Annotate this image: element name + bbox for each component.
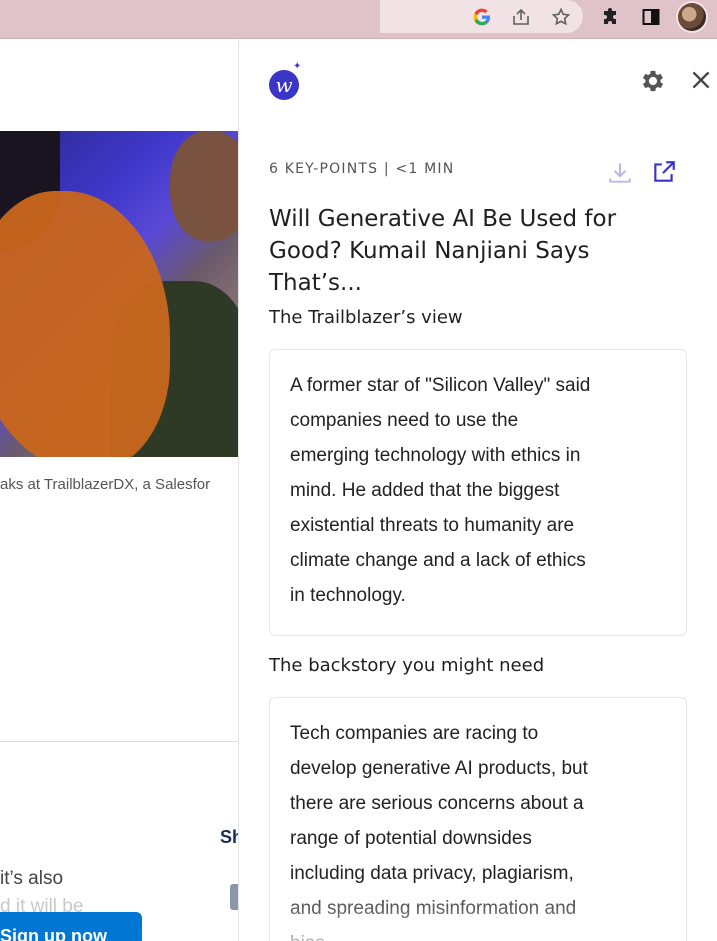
- summary-card: A former star of "Silicon Valley" said c…: [269, 349, 687, 636]
- card-line: mind. He added that the biggest: [290, 480, 560, 501]
- card-line: in technology.: [290, 585, 406, 606]
- card-line: existential threats to humanity are: [290, 515, 575, 536]
- image-caption: aks at TrailblazerDX, a Salesfor: [0, 476, 211, 493]
- extensions-puzzle-icon[interactable]: [599, 5, 623, 29]
- card-line: emerging technology with ethics in: [290, 445, 581, 466]
- section-heading: The Trailblazer’s view: [269, 307, 463, 328]
- google-icon[interactable]: [470, 5, 494, 29]
- side-panel-icon[interactable]: [639, 5, 663, 29]
- card-line: companies need to use the: [290, 410, 519, 431]
- bookmark-star-icon[interactable]: [549, 5, 573, 29]
- sparkle-icon: ✦: [293, 61, 302, 72]
- download-icon[interactable]: [607, 160, 633, 186]
- share-label: Sh: [220, 827, 238, 847]
- social-share-icon[interactable]: [230, 884, 238, 910]
- card-line: there are serious concerns about a: [290, 793, 584, 814]
- card-line: range of potential downsides: [290, 828, 532, 849]
- card-line: develop generative AI products, but: [290, 758, 588, 779]
- profile-avatar[interactable]: [678, 3, 706, 31]
- close-icon[interactable]: [688, 67, 714, 93]
- card-line: bias.: [290, 926, 666, 941]
- signup-button[interactable]: Sign up now: [0, 912, 142, 941]
- key-points-meta: 6 KEY-POINTS | <1 MIN: [269, 161, 455, 177]
- summary-card: Tech companies are racing to develop gen…: [269, 697, 687, 941]
- card-line: and spreading misinformation and: [290, 898, 577, 919]
- article-page: aks at TrailblazerDX, a Salesfor Sh it’s…: [0, 39, 238, 941]
- article-title: Will Generative AI Be Used for Good? Kum…: [269, 206, 617, 296]
- card-line: A former star of "Silicon Valley" said: [290, 375, 591, 396]
- article-text: it’s also: [0, 868, 64, 889]
- section-heading: The backstory you might need: [269, 655, 545, 676]
- app-logo-icon: w: [269, 70, 299, 100]
- gear-icon[interactable]: [639, 67, 667, 95]
- share-icon[interactable]: [509, 5, 533, 29]
- summary-side-panel: w ✦ 6 KEY-POINTS | <1 MIN Will Generativ…: [238, 39, 717, 941]
- divider: [0, 741, 238, 742]
- browser-toolbar: [0, 0, 717, 39]
- open-external-icon[interactable]: [651, 159, 677, 185]
- card-line: climate change and a lack of ethics: [290, 550, 586, 571]
- hero-image: [0, 131, 238, 457]
- card-line: including data privacy, plagiarism,: [290, 863, 574, 884]
- card-line: Tech companies are racing to: [290, 723, 539, 744]
